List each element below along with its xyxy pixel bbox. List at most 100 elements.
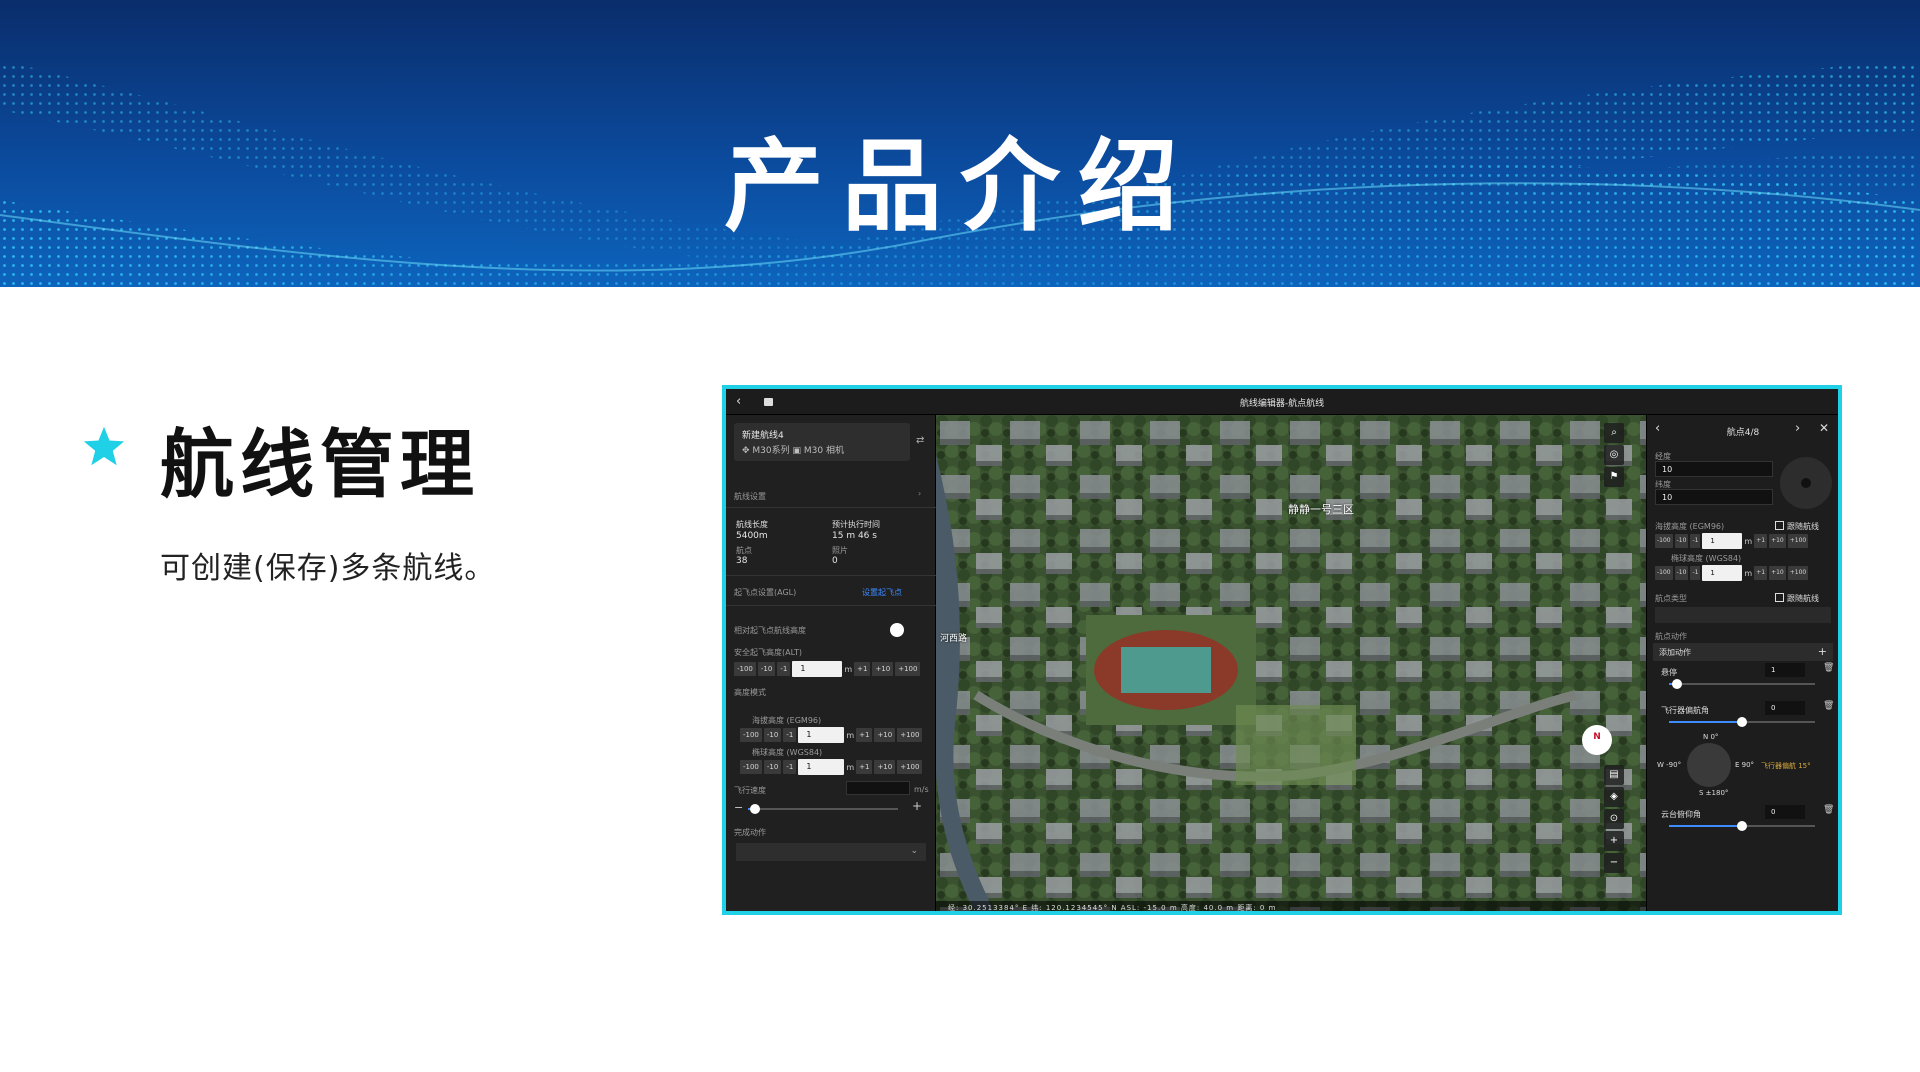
compass-icon[interactable]: N xyxy=(1582,725,1612,755)
joystick-center[interactable] xyxy=(1801,478,1811,488)
chevron-right-icon[interactable]: › xyxy=(918,489,921,498)
heading-dial[interactable] xyxy=(1687,743,1731,787)
set-takeoff-link[interactable]: 设置起飞点 xyxy=(862,587,902,598)
window-title: 航线编辑器-航点航线 xyxy=(1239,399,1325,409)
minus-1-button[interactable]: -1 xyxy=(1690,534,1701,548)
minus-10-button[interactable]: -10 xyxy=(763,728,782,742)
aircraft-name: M30系列 xyxy=(752,446,790,456)
type-follow-checkbox[interactable] xyxy=(1775,593,1784,602)
slider-knob[interactable] xyxy=(1737,821,1747,831)
lon-input[interactable]: 10 xyxy=(1655,461,1773,477)
minus-10-button[interactable]: -10 xyxy=(757,662,776,676)
wgs-input[interactable]: 1 xyxy=(1702,565,1743,581)
slider-fill xyxy=(1669,721,1741,723)
minus-10-button[interactable]: -10 xyxy=(763,760,782,774)
egm-altitude-input[interactable]: 1 xyxy=(798,727,845,743)
position-joystick[interactable] xyxy=(1780,457,1832,509)
unit-label: m xyxy=(846,762,855,772)
length-label: 航线长度 xyxy=(736,520,768,529)
minus-1-button[interactable]: -1 xyxy=(1690,566,1701,580)
action2-input[interactable]: 0 xyxy=(1765,701,1805,715)
next-waypoint-icon[interactable]: › xyxy=(1795,421,1800,436)
plus-100-button[interactable]: +100 xyxy=(1787,534,1809,548)
action1-input[interactable]: 1 xyxy=(1765,663,1805,677)
minus-100-button[interactable]: -100 xyxy=(740,760,762,774)
settings-header[interactable]: 航线设置 xyxy=(734,491,766,502)
layer-3d-icon[interactable]: ▤ xyxy=(1604,765,1624,785)
aircraft-info: ✥ M30系列 ▣ M30 相机 xyxy=(742,443,844,456)
alt-input[interactable]: 1 xyxy=(1702,533,1743,549)
route-card[interactable]: 新建航线4 ✥ M30系列 ▣ M30 相机 xyxy=(734,423,910,461)
delete-icon[interactable]: 🗑 xyxy=(1823,701,1834,711)
plus-10-button[interactable]: +10 xyxy=(1769,534,1786,548)
minus-100-button[interactable]: -100 xyxy=(740,728,762,742)
minus-100-button[interactable]: -100 xyxy=(1655,566,1673,580)
plus-1-button[interactable]: +1 xyxy=(856,728,873,742)
plus-10-button[interactable]: +10 xyxy=(874,728,896,742)
minus-1-button[interactable]: -1 xyxy=(777,662,791,676)
action3-slider[interactable] xyxy=(1669,821,1815,831)
action2-slider[interactable] xyxy=(1669,717,1815,727)
close-icon[interactable]: ✕ xyxy=(1819,421,1829,435)
plus-10-button[interactable]: +10 xyxy=(874,760,896,774)
slider-fill xyxy=(1669,825,1741,827)
minus-icon[interactable]: − xyxy=(734,801,743,814)
minus-100-button[interactable]: -100 xyxy=(734,662,756,676)
minus-10-button[interactable]: -10 xyxy=(1674,566,1689,580)
flag-icon[interactable]: ⚑ xyxy=(1604,467,1624,487)
plus-100-button[interactable]: +100 xyxy=(897,728,923,742)
plus-1-button[interactable]: +1 xyxy=(1754,566,1768,580)
action1-slider[interactable] xyxy=(1669,679,1815,689)
plus-1-button[interactable]: +1 xyxy=(1754,534,1768,548)
plus-10-button[interactable]: +10 xyxy=(872,662,894,676)
plus-100-button[interactable]: +100 xyxy=(897,760,923,774)
add-action-label: 添加动作 xyxy=(1659,648,1691,657)
type-dropdown[interactable] xyxy=(1655,607,1831,623)
actions-label: 航点动作 xyxy=(1655,632,1687,641)
zoom-in-icon[interactable]: + xyxy=(1604,831,1624,851)
plus-1-button[interactable]: +1 xyxy=(854,662,871,676)
satellite-map[interactable]: 静静一号三区 河西路 ⌕ ◎ ⚑ N ▤ ◈ ⊙ + − 经: 30.25133… xyxy=(936,415,1646,911)
follow-route-checkbox[interactable] xyxy=(1775,521,1784,530)
plus-1-button[interactable]: +1 xyxy=(856,760,873,774)
speed-input[interactable] xyxy=(846,781,910,795)
add-action-bar[interactable]: 添加动作 + xyxy=(1653,643,1833,661)
swap-icon[interactable]: ⇄ xyxy=(916,435,924,446)
complete-action-dropdown[interactable]: ⌄ xyxy=(736,843,926,861)
section-title: 航线管理 xyxy=(160,422,480,508)
minus-10-button[interactable]: -10 xyxy=(1674,534,1689,548)
egm-altitude-stepper: -100 -10 -1 1 m +1 +10 +100 xyxy=(740,727,923,743)
lat-input[interactable]: 10 xyxy=(1655,489,1773,505)
plus-100-button[interactable]: +100 xyxy=(895,662,921,676)
minus-1-button[interactable]: -1 xyxy=(783,728,797,742)
safe-altitude-input[interactable]: 1 xyxy=(792,661,843,677)
slider-knob[interactable] xyxy=(1737,717,1747,727)
app-titlebar: ‹ 航线编辑器-航点航线 xyxy=(726,389,1838,415)
locate-icon[interactable]: ◎ xyxy=(1604,445,1624,465)
delete-icon[interactable]: 🗑 xyxy=(1823,663,1834,673)
zoom-out-icon[interactable]: − xyxy=(1604,853,1624,873)
speed-slider-knob[interactable] xyxy=(750,804,760,814)
section-description: 可创建(保存)多条航线。 xyxy=(160,551,496,586)
map-place-label: 静静一号三区 xyxy=(1288,503,1354,516)
center-icon[interactable]: ⊙ xyxy=(1604,809,1624,829)
plus-icon[interactable]: + xyxy=(1818,645,1827,658)
plus-10-button[interactable]: +10 xyxy=(1769,566,1786,580)
search-icon[interactable]: ⌕ xyxy=(1604,423,1624,443)
plus-100-button[interactable]: +100 xyxy=(1787,566,1809,580)
takeoff-label: 起飞点设置(AGL) xyxy=(734,588,797,597)
unit-label: m xyxy=(1744,536,1753,546)
action3-label: 云台俯仰角 xyxy=(1661,810,1701,819)
map-layers-icon[interactable]: ◈ xyxy=(1604,787,1624,807)
action3-input[interactable]: 0 xyxy=(1765,805,1805,819)
minus-100-button[interactable]: -100 xyxy=(1655,534,1673,548)
slider-knob[interactable] xyxy=(1672,679,1682,689)
minus-1-button[interactable]: -1 xyxy=(783,760,797,774)
chevron-down-icon: ⌄ xyxy=(910,846,918,856)
speed-slider[interactable] xyxy=(748,804,898,814)
delete-icon[interactable]: 🗑 xyxy=(1823,805,1834,815)
egm-altitude-label: 海拔高度 (EGM96) xyxy=(752,716,822,725)
plus-icon[interactable]: + xyxy=(912,799,922,813)
relative-altitude-toggle[interactable] xyxy=(890,623,904,637)
wgs-altitude-input[interactable]: 1 xyxy=(798,759,845,775)
